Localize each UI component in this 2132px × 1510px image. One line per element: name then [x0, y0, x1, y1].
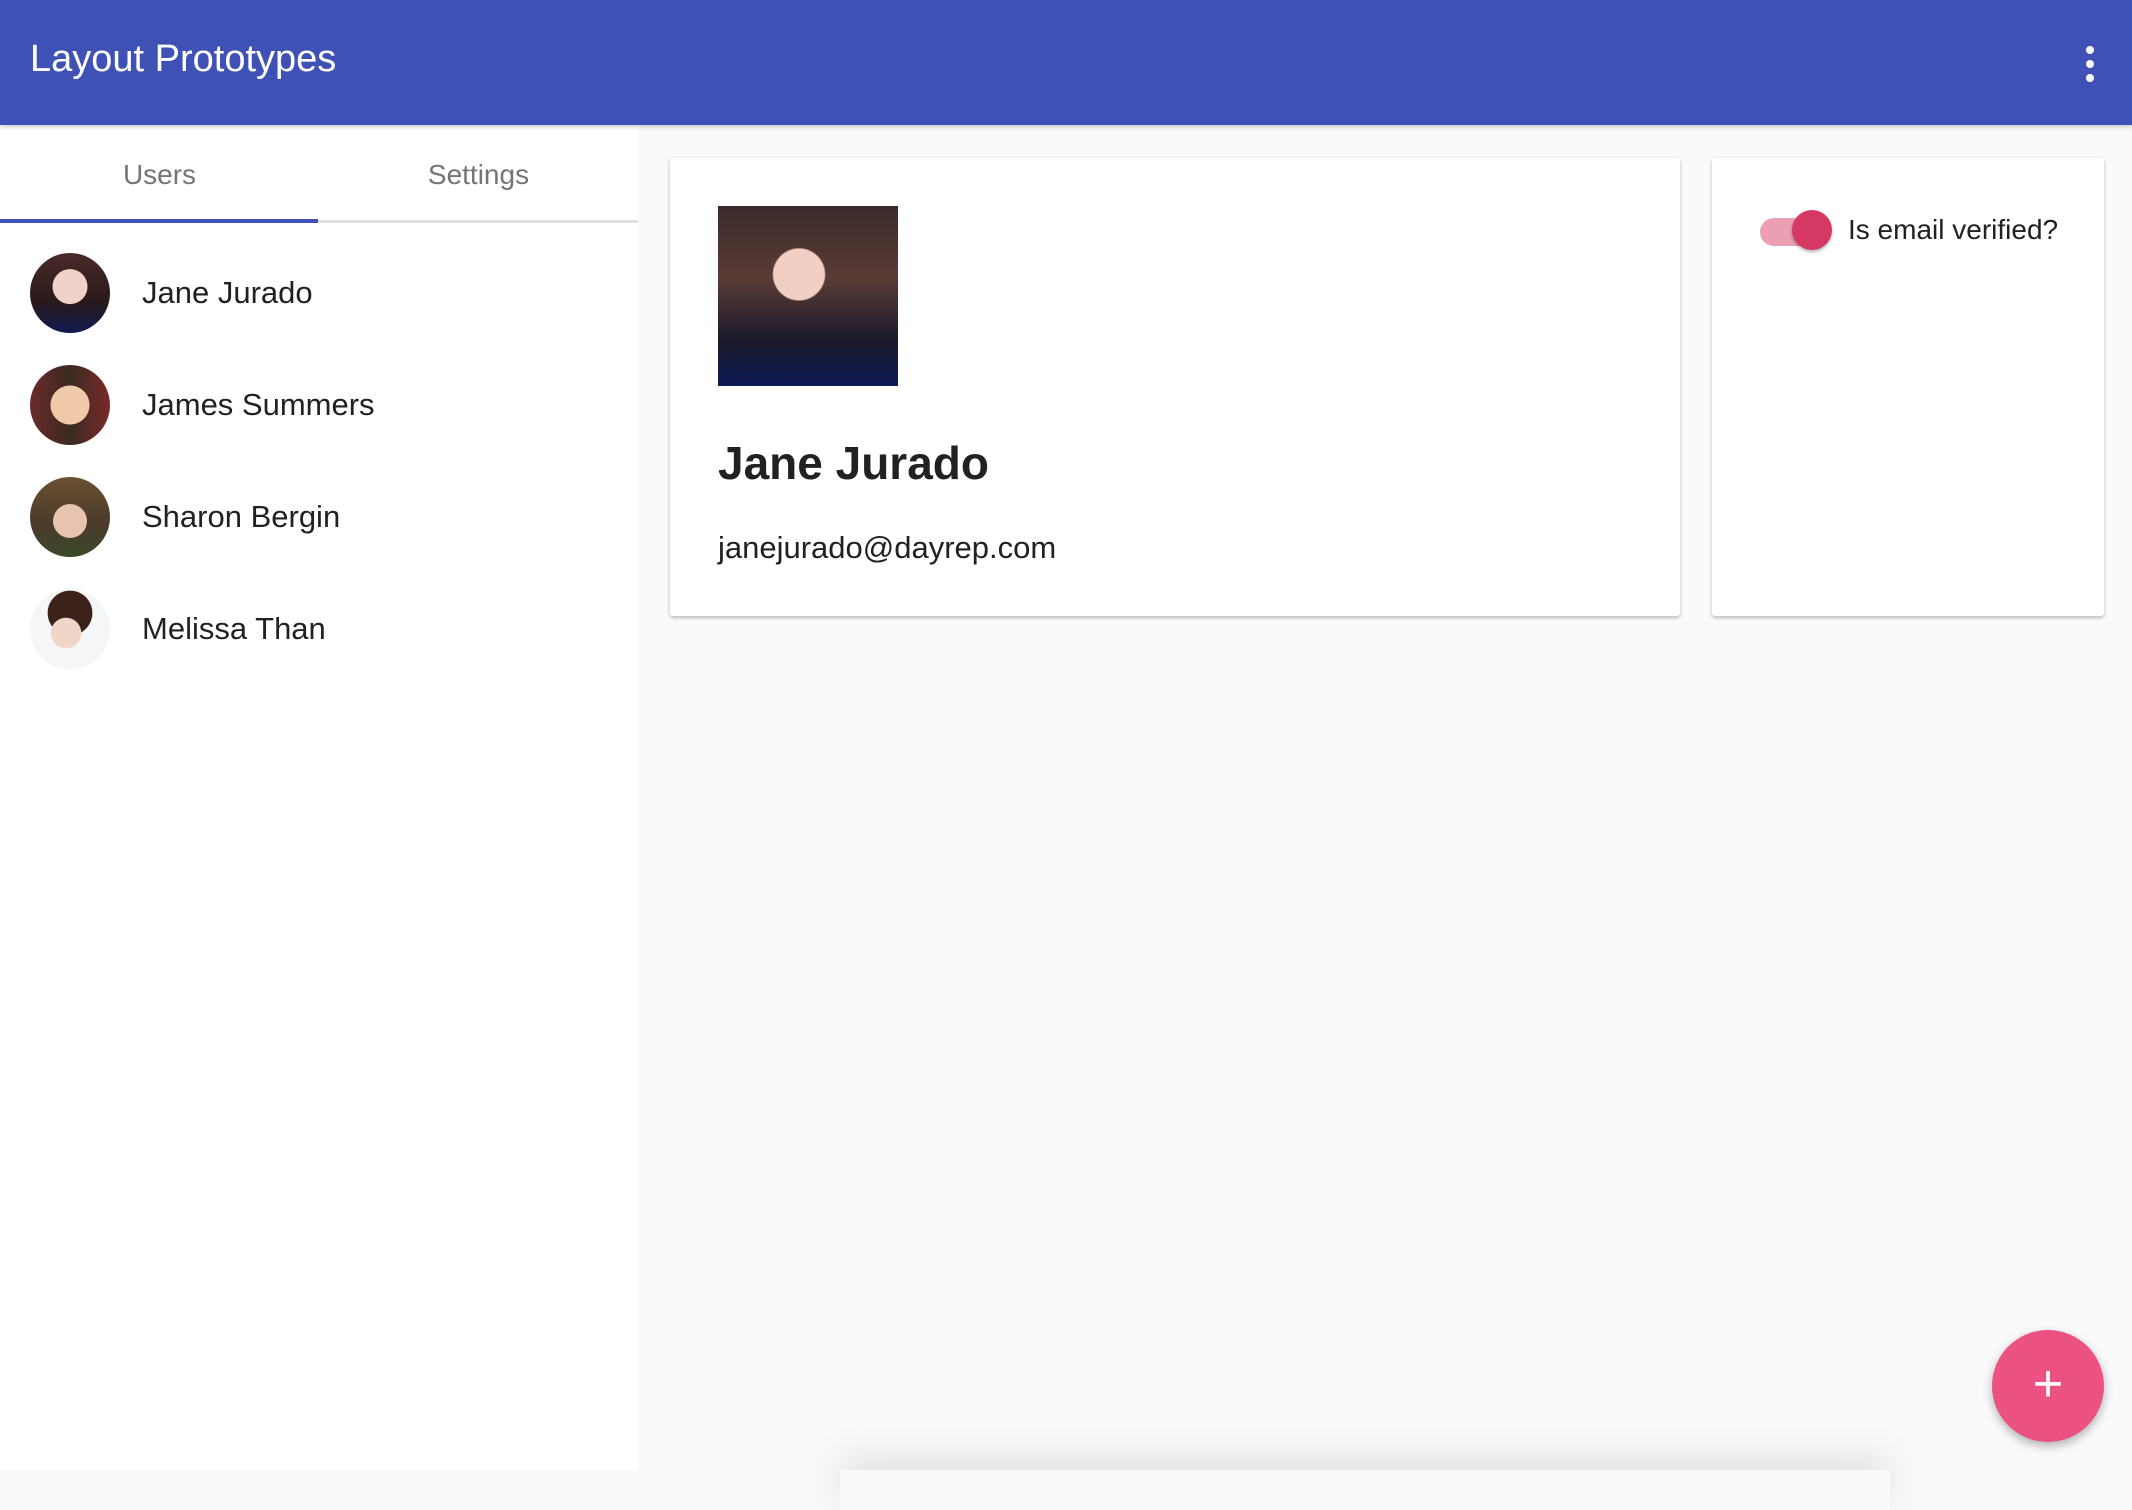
user-list: Jane Jurado James Summers Sharon Bergin …: [0, 223, 638, 685]
user-name: Melissa Than: [142, 611, 326, 646]
user-name: Jane Jurado: [142, 275, 313, 310]
more-vert-icon[interactable]: [2068, 40, 2112, 88]
avatar: [30, 589, 110, 669]
email-verified-label: Is email verified?: [1848, 214, 2059, 245]
app-title: Layout Prototypes: [30, 38, 337, 80]
user-photo: [718, 206, 898, 386]
user-item-melissa-than[interactable]: Melissa Than: [0, 573, 638, 685]
app-toolbar: Layout Prototypes: [0, 0, 2132, 125]
user-item-james-summers[interactable]: James Summers: [0, 349, 638, 461]
bottom-sheet-shadow: [840, 1470, 1890, 1510]
avatar: [30, 477, 110, 557]
email-verified-toggle[interactable]: [1760, 208, 1834, 252]
tab-users[interactable]: Users: [0, 125, 319, 220]
toggle-thumb: [1792, 210, 1832, 250]
avatar: [30, 365, 110, 445]
user-item-jane-jurado[interactable]: Jane Jurado: [0, 237, 638, 349]
tab-bar: Users Settings: [0, 125, 638, 223]
user-detail-name: Jane Jurado: [718, 437, 989, 489]
user-settings-card: Is email verified?: [1712, 158, 2104, 616]
plus-icon: +: [2032, 1355, 2064, 1413]
tab-settings[interactable]: Settings: [319, 125, 638, 220]
user-item-sharon-bergin[interactable]: Sharon Bergin: [0, 461, 638, 573]
user-detail-card: Jane Jurado janejurado@dayrep.com: [670, 158, 1680, 616]
tab-ink-bar: [0, 219, 318, 223]
user-name: James Summers: [142, 387, 375, 422]
user-detail-email: janejurado@dayrep.com: [718, 530, 1057, 565]
avatar: [30, 253, 110, 333]
sidebar: Users Settings Jane Jurado James Summers…: [0, 125, 638, 1470]
add-user-button[interactable]: +: [1992, 1330, 2104, 1442]
user-name: Sharon Bergin: [142, 499, 341, 534]
